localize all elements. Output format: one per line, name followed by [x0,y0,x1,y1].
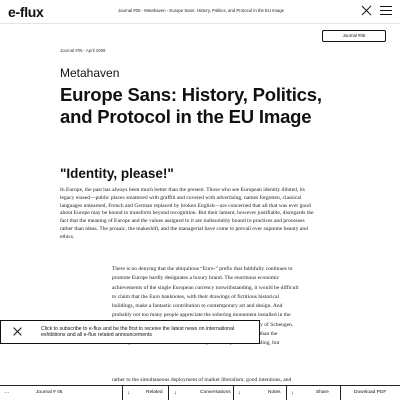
newsletter-banner: Click to subscribe to e-flux and be the … [0,320,260,344]
eflux-logo[interactable]: e-flux [8,4,44,20]
related-button[interactable]: Related [146,390,163,395]
close-icon[interactable] [361,5,372,16]
bottom-bar: ··· Journal # 05 ↓ Related ↓ Conversatio… [0,385,400,400]
ellipsis-icon[interactable]: ··· [4,390,10,396]
journal-issue-link[interactable]: Journal # 05 [36,390,62,395]
article-title: Europe Sans: History, Politics, and Prot… [60,84,322,127]
banner-close-icon[interactable] [13,327,22,336]
divider [122,386,123,400]
divider [340,386,341,400]
share-icon[interactable]: ↓ [291,390,294,396]
notes-button[interactable]: Notes [268,390,281,395]
divider [168,386,169,400]
related-icon[interactable]: ↓ [127,390,130,396]
body-paragraph: rather to the simultaneous deployment of… [112,377,292,383]
top-bar: e-flux Journal #05 - Metahaven - Europe … [0,0,400,24]
author-name[interactable]: Metahaven [60,66,119,80]
conversations-button[interactable]: Conversations [200,390,231,395]
subscribe-link[interactable]: Click to subscribe to e-flux and be the … [41,326,251,339]
issue-meta[interactable]: Journal #05 - April 2009 [60,48,105,53]
conversations-icon[interactable]: ↓ [174,390,177,396]
section-heading: "Identity, please!" [60,166,174,181]
notes-icon[interactable]: ↓ [238,390,241,396]
download-pdf-button[interactable]: Download PDF [354,390,386,395]
divider [286,386,287,400]
journal-issue-button[interactable]: Journal #05 [322,30,391,47]
share-button[interactable]: Share [316,390,329,395]
header-title: Journal #05 - Metahaven - Europe Sans: H… [118,8,285,13]
body-paragraph: In Europe, the past has always been much… [60,187,314,240]
divider [233,386,234,400]
menu-icon[interactable] [380,6,392,16]
